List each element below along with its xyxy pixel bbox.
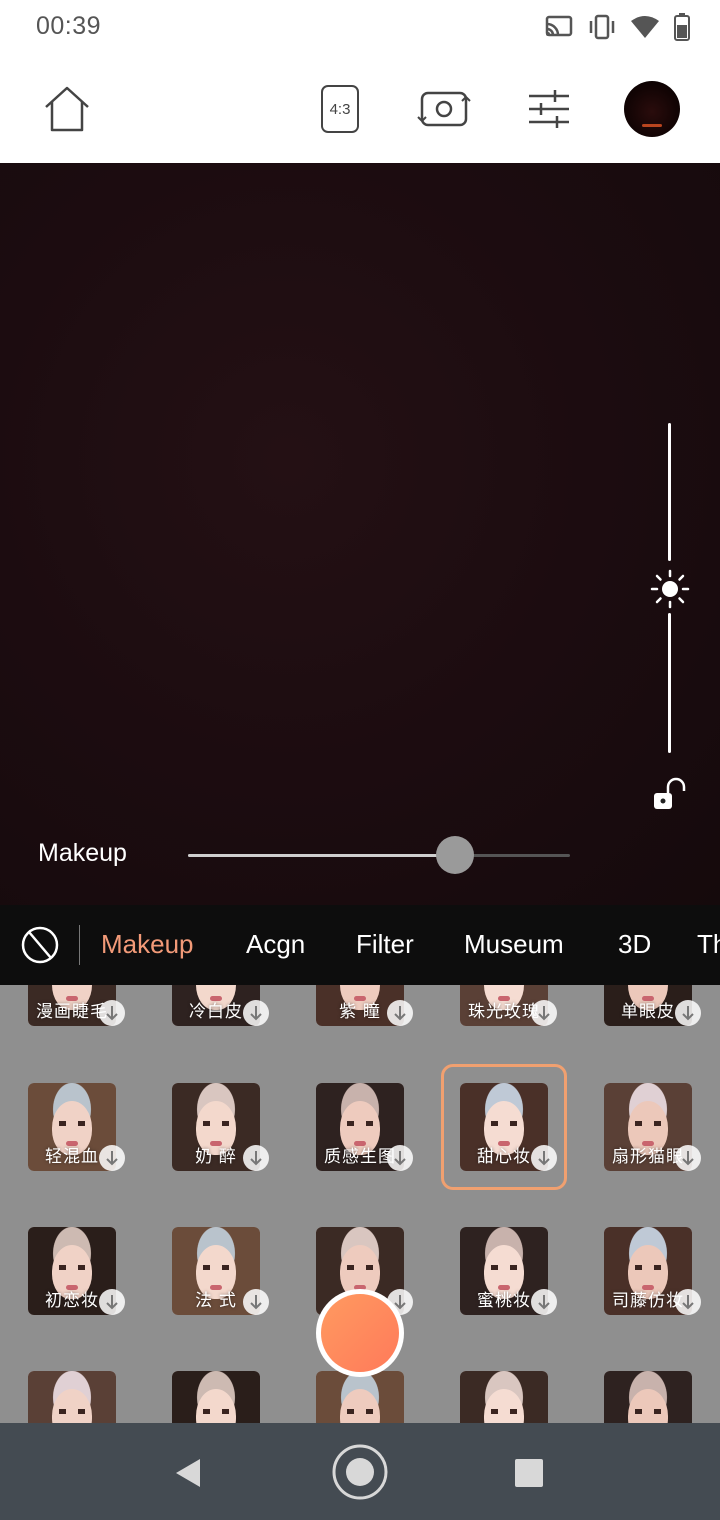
tab-museum[interactable]: Museum <box>464 929 564 960</box>
download-icon[interactable] <box>387 1145 413 1171</box>
download-arrow-icon <box>250 1006 262 1021</box>
shutter-button[interactable] <box>316 1289 404 1377</box>
makeup-thumbnail <box>604 1371 692 1423</box>
intensity-slider-fill <box>188 854 456 857</box>
download-icon[interactable] <box>99 1145 125 1171</box>
shutter-inner <box>321 1294 399 1372</box>
download-arrow-icon <box>538 1006 550 1021</box>
download-icon[interactable] <box>531 1000 557 1026</box>
flip-camera-button[interactable] <box>416 55 472 163</box>
makeup-thumbnail <box>460 1371 548 1423</box>
thumbnail-eyes <box>635 1265 661 1270</box>
download-icon[interactable] <box>243 1145 269 1171</box>
thumbnail-eyes <box>59 1265 85 1270</box>
thumbnail-eyes <box>635 1121 661 1126</box>
makeup-item[interactable] <box>460 1371 548 1423</box>
download-icon[interactable] <box>675 1289 701 1315</box>
tab-theme[interactable]: Th <box>697 929 720 960</box>
download-arrow-icon <box>538 1295 550 1310</box>
download-arrow-icon <box>682 1295 694 1310</box>
status-time: 00:39 <box>36 12 102 40</box>
makeup-item[interactable] <box>28 1371 116 1423</box>
intensity-slider[interactable] <box>188 836 570 874</box>
top-toolbar: 4:3 <box>0 55 720 163</box>
download-arrow-icon <box>250 1151 262 1166</box>
tab-acgn[interactable]: Acgn <box>246 929 305 960</box>
tab-divider <box>79 925 80 965</box>
selected-indicator <box>441 1064 567 1190</box>
download-arrow-icon <box>106 1006 118 1021</box>
download-arrow-icon <box>394 1151 406 1166</box>
sliders-icon <box>529 90 569 128</box>
thumbnail-eyes <box>491 1409 517 1414</box>
unlock-icon[interactable] <box>650 775 690 815</box>
exposure-slider-bottom[interactable] <box>668 613 671 753</box>
download-arrow-icon <box>682 1151 694 1166</box>
vibrate-icon <box>589 14 615 40</box>
intensity-label: Makeup <box>38 839 127 867</box>
status-icons <box>544 12 690 42</box>
makeup-thumbnail <box>316 1371 404 1423</box>
download-icon[interactable] <box>243 1289 269 1315</box>
gallery-thumbnail <box>624 81 680 137</box>
adjust-settings-button[interactable] <box>526 55 572 163</box>
download-arrow-icon <box>106 1295 118 1310</box>
thumbnail-eyes <box>491 1265 517 1270</box>
gallery-button[interactable] <box>622 55 682 163</box>
thumbnail-eyes <box>347 1121 373 1126</box>
tab-makeup[interactable]: Makeup <box>101 929 194 960</box>
no-effect-icon[interactable] <box>20 925 60 965</box>
aspect-ratio-box: 4:3 <box>321 85 359 133</box>
download-arrow-icon <box>682 1006 694 1021</box>
thumbnail-eyes <box>203 1409 229 1414</box>
thumbnail-eyes <box>203 1265 229 1270</box>
wifi-icon <box>631 16 659 38</box>
download-icon[interactable] <box>675 1145 701 1171</box>
makeup-thumbnail <box>172 1371 260 1423</box>
home-icon <box>45 86 89 132</box>
recents-icon[interactable] <box>513 1457 545 1489</box>
download-icon[interactable] <box>243 1000 269 1026</box>
download-arrow-icon <box>106 1151 118 1166</box>
status-bar: 00:39 <box>0 0 720 55</box>
thumbnail-eyes <box>59 1121 85 1126</box>
exposure-slider-top[interactable] <box>668 423 671 561</box>
flip-camera-icon <box>417 91 471 127</box>
back-icon[interactable] <box>170 1455 206 1491</box>
home-circle-icon[interactable] <box>331 1443 389 1501</box>
thumbnail-eyes <box>635 1409 661 1414</box>
navigation-bar <box>0 1423 720 1520</box>
effect-category-tabs: Makeup Acgn Filter Museum 3D Th <box>0 905 720 985</box>
thumbnail-eyes <box>59 1409 85 1414</box>
aspect-ratio-button[interactable]: 4:3 <box>318 55 362 163</box>
makeup-thumbnail <box>28 1371 116 1423</box>
intensity-slider-thumb[interactable] <box>436 836 475 874</box>
download-icon[interactable] <box>99 1289 125 1315</box>
thumbnail-eyes <box>347 1409 373 1414</box>
camera-preview[interactable]: Makeup <box>0 163 720 905</box>
sun-icon[interactable] <box>650 569 690 609</box>
makeup-item[interactable] <box>604 1371 692 1423</box>
tab-3d[interactable]: 3D <box>618 929 651 960</box>
download-arrow-icon <box>394 1006 406 1021</box>
makeup-item[interactable] <box>316 1371 404 1423</box>
tab-filter[interactable]: Filter <box>356 929 414 960</box>
aspect-ratio-label: 4:3 <box>329 100 351 118</box>
makeup-item[interactable] <box>172 1371 260 1423</box>
download-icon[interactable] <box>99 1000 125 1026</box>
download-icon[interactable] <box>675 1000 701 1026</box>
download-arrow-icon <box>250 1295 262 1310</box>
thumbnail-eyes <box>203 1121 229 1126</box>
cast-icon <box>545 15 573 37</box>
thumbnail-eyes <box>347 1265 373 1270</box>
battery-icon <box>674 13 690 41</box>
download-icon[interactable] <box>387 1000 413 1026</box>
home-button[interactable] <box>38 55 96 163</box>
download-icon[interactable] <box>531 1289 557 1315</box>
